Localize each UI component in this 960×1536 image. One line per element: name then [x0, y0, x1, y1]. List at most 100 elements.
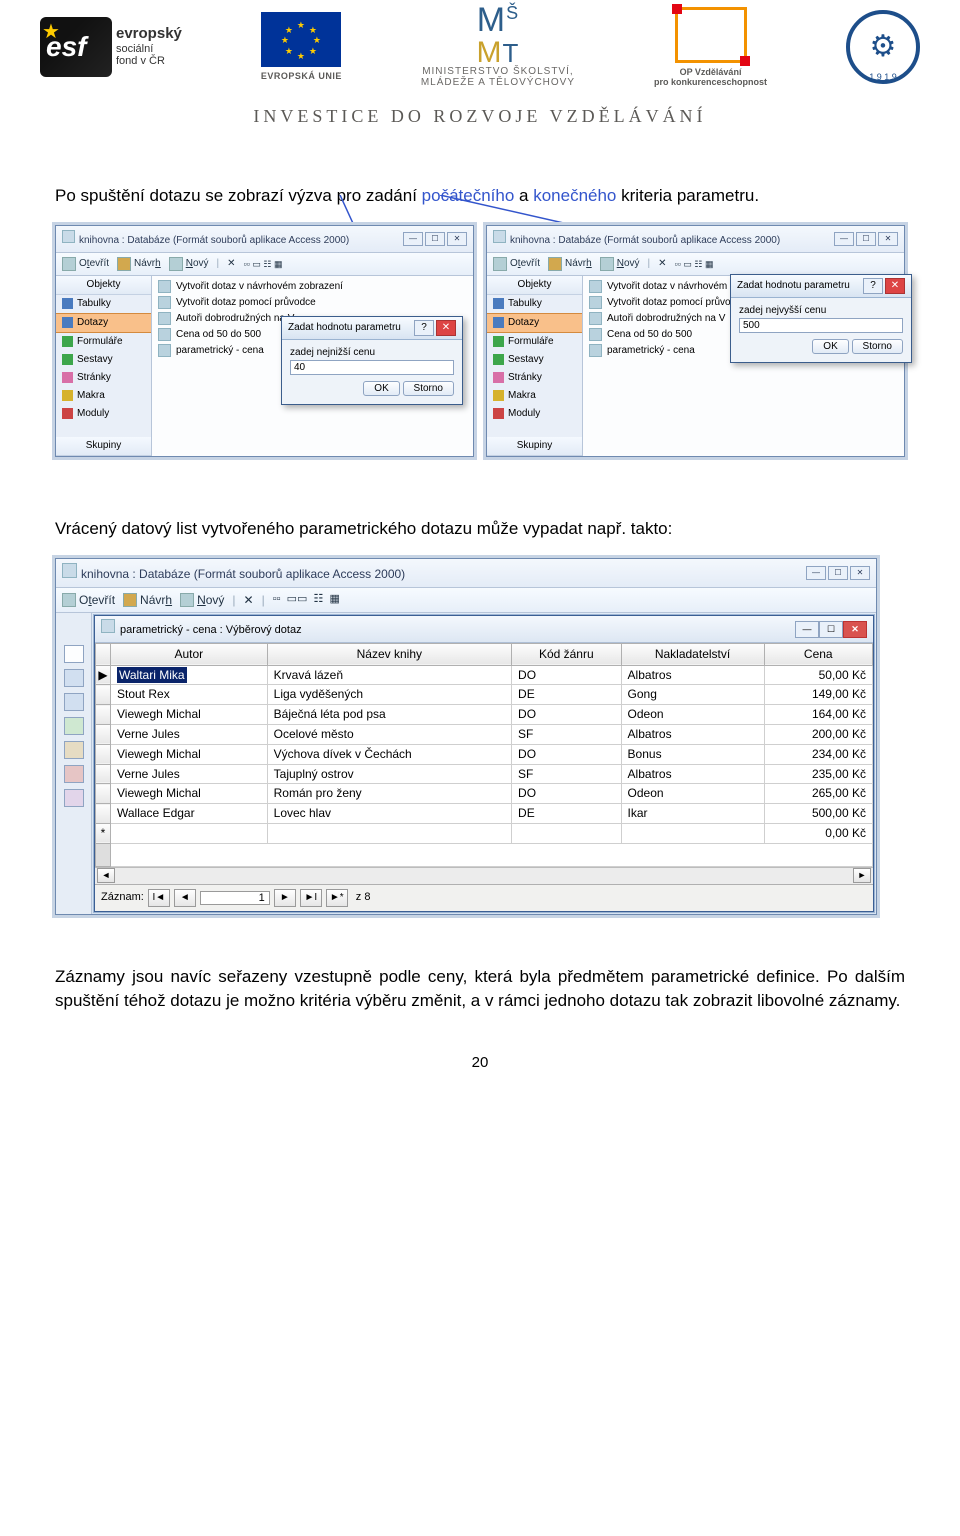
header-tagline: INVESTICE DO ROZVOJE VZDĚLÁVÁNÍ	[20, 106, 940, 127]
db-icon[interactable]	[64, 669, 84, 687]
datasheet-subwindow: parametrický - cena : Výběrový dotaz —☐✕…	[94, 615, 874, 911]
esf-text-3: fond v ČR	[116, 55, 165, 67]
msmt-line1: MINISTERSTVO ŠKOLSTVÍ,	[421, 66, 575, 77]
parameter-input[interactable]	[290, 360, 454, 375]
scroll-left-icon: ◄	[97, 868, 115, 883]
db-icon[interactable]	[64, 765, 84, 783]
page-header: ★ evropský sociální fond v ČR ★★ ★★ ★★ ★…	[0, 0, 960, 137]
db-icon[interactable]	[64, 789, 84, 807]
gear-year: 1 9 1 9	[850, 72, 916, 82]
sidebar-item-dotazy[interactable]: Dotazy	[56, 313, 151, 333]
dialog-label: zadej nejvyšší cenu	[739, 304, 903, 318]
record-number-input[interactable]	[200, 891, 270, 905]
open-button[interactable]: Otevřít	[62, 257, 109, 271]
table-row[interactable]: Viewegh MichalVýchova dívek v ČecháchDOB…	[96, 744, 873, 764]
delete-icon[interactable]: ✕	[244, 592, 254, 609]
delete-icon[interactable]: ✕	[227, 257, 235, 271]
close-icon: ✕	[843, 621, 867, 638]
db-icon[interactable]	[64, 693, 84, 711]
sidebar-item-makra[interactable]: Makra	[56, 387, 151, 405]
result-intro-paragraph: Vrácený datový list vytvořeného parametr…	[55, 517, 905, 541]
access-window-1: knihovna : Databáze (Formát souborů apli…	[55, 225, 474, 457]
open-button[interactable]: Otevřít	[493, 257, 540, 271]
dialog-label: zadej nejnižší cenu	[290, 346, 454, 360]
cancel-button[interactable]: Storno	[403, 381, 454, 396]
design-button[interactable]: Návrh	[117, 257, 161, 271]
close-icon: ✕	[447, 232, 467, 246]
sidebar-header: Objekty	[56, 276, 151, 295]
list-item[interactable]: Vytvořit dotaz v návrhovém zobrazení	[158, 279, 467, 295]
close-icon[interactable]: ✕	[436, 320, 456, 336]
parameter-input[interactable]	[739, 318, 903, 333]
col-nazev[interactable]: Název knihy	[267, 643, 511, 665]
db-icon[interactable]	[64, 717, 84, 735]
col-cena[interactable]: Cena	[764, 643, 873, 665]
help-icon[interactable]: ?	[863, 278, 883, 294]
db-icon[interactable]	[64, 741, 84, 759]
col-autor[interactable]: Autor	[111, 643, 268, 665]
nav-prev-icon[interactable]: ◄	[174, 889, 196, 907]
nav-next-icon[interactable]: ►	[274, 889, 296, 907]
word-pocatecniho: počátečního	[422, 186, 515, 205]
sidebar-footer: Skupiny	[56, 437, 151, 456]
school-gear-logo: ⚙1 9 1 9	[846, 10, 920, 84]
esf-text-2: sociální	[116, 43, 153, 55]
design-button[interactable]: Návrh	[123, 592, 172, 609]
msmt-line2: MLÁDEŽE A TĚLOVÝCHOVY	[421, 77, 575, 88]
db-icon[interactable]	[64, 645, 84, 663]
msmt-logo: MŠMT MINISTERSTVO ŠKOLSTVÍ, MLÁDEŽE A TĚ…	[421, 5, 575, 88]
ok-button[interactable]: OK	[363, 381, 399, 396]
table-row[interactable]: ▶Waltari MikaKrvavá lázeňDOAlbatros50,00…	[96, 665, 873, 685]
col-nakl[interactable]: Nakladatelství	[621, 643, 764, 665]
sidebar-item-sestavy[interactable]: Sestavy	[56, 351, 151, 369]
ok-button[interactable]: OK	[812, 339, 848, 354]
view-icons[interactable]: ▫▫ ▭▭ ☷ ▦	[273, 592, 340, 607]
dialog-title: Zadat hodnotu parametru	[737, 279, 850, 293]
cancel-button[interactable]: Storno	[852, 339, 903, 354]
intro-paragraph: Po spuštění dotazu se zobrazí výzva pro …	[55, 184, 905, 208]
window-buttons[interactable]: —☐✕	[795, 621, 867, 638]
table-row[interactable]: Stout RexLiga vyděšenýchDEGong149,00 Kč	[96, 685, 873, 705]
table-row-new[interactable]: *0,00 Kč	[96, 823, 873, 843]
objects-sidebar: Objekty Tabulky Dotazy Formuláře Sestavy…	[56, 276, 152, 456]
view-icons[interactable]: ▫▫ ▭ ☷ ▦	[244, 258, 283, 271]
new-button[interactable]: Nový	[600, 257, 640, 271]
window-buttons[interactable]: —☐✕	[834, 232, 898, 246]
maximize-icon: ☐	[425, 232, 445, 246]
opv-line1: OP Vzdělávání	[654, 67, 767, 77]
window-buttons[interactable]: —☐✕	[806, 566, 870, 580]
nav-first-icon[interactable]: I◄	[148, 889, 170, 907]
record-of-label: z 8	[356, 890, 371, 905]
list-item[interactable]: Vytvořit dotaz pomocí průvodce	[158, 295, 467, 311]
design-button[interactable]: Návrh	[548, 257, 592, 271]
table-row[interactable]: Verne JulesTajuplný ostrovSFAlbatros235,…	[96, 764, 873, 784]
access-result-window: knihovna : Databáze (Formát souborů apli…	[55, 558, 877, 915]
sidebar-item-stranky[interactable]: Stránky	[56, 369, 151, 387]
toolbar: Otevřít Návrh Nový |✕ ▫▫ ▭ ☷ ▦	[487, 253, 904, 276]
nav-new-icon[interactable]: ►*	[326, 889, 348, 907]
page-number: 20	[55, 1052, 905, 1073]
new-button[interactable]: Nový	[180, 592, 224, 609]
eu-label: EVROPSKÁ UNIE	[261, 71, 342, 81]
table-row[interactable]: Wallace EdgarLovec hlavDEIkar500,00 Kč	[96, 804, 873, 824]
window-buttons[interactable]: —☐✕	[403, 232, 467, 246]
horizontal-scrollbar[interactable]: ◄ ►	[95, 867, 873, 884]
eu-logo: ★★ ★★ ★★ ★★ EVROPSKÁ UNIE	[261, 12, 342, 81]
sidebar-item-formulare[interactable]: Formuláře	[56, 333, 151, 351]
sidebar-item-tabulky[interactable]: Tabulky	[56, 295, 151, 313]
table-row[interactable]: Viewegh MichalBáječná léta pod psaDOOdeo…	[96, 705, 873, 725]
closing-paragraph: Záznamy jsou navíc seřazeny vzestupně po…	[55, 965, 905, 1013]
sidebar-item-moduly[interactable]: Moduly	[56, 405, 151, 423]
help-icon[interactable]: ?	[414, 320, 434, 336]
nav-last-icon[interactable]: ►I	[300, 889, 322, 907]
close-icon[interactable]: ✕	[885, 278, 905, 294]
table-row[interactable]: Verne JulesOcelové městoSFAlbatros200,00…	[96, 724, 873, 744]
table-row[interactable]: Viewegh MichalRomán pro ženyDOOdeon265,0…	[96, 784, 873, 804]
parameter-dialog-min: Zadat hodnotu parametru ?✕ zadej nejnižš…	[281, 316, 463, 405]
objects-sidebar: Objekty Tabulky Dotazy Formuláře Sestavy…	[487, 276, 583, 456]
col-kod[interactable]: Kód žánru	[512, 643, 622, 665]
word-konecneho: konečného	[533, 186, 616, 205]
new-button[interactable]: Nový	[169, 257, 209, 271]
open-button[interactable]: Otevřít	[62, 592, 115, 609]
toolbar: Otevřít Návrh Nový |✕ ▫▫ ▭ ☷ ▦	[56, 253, 473, 276]
